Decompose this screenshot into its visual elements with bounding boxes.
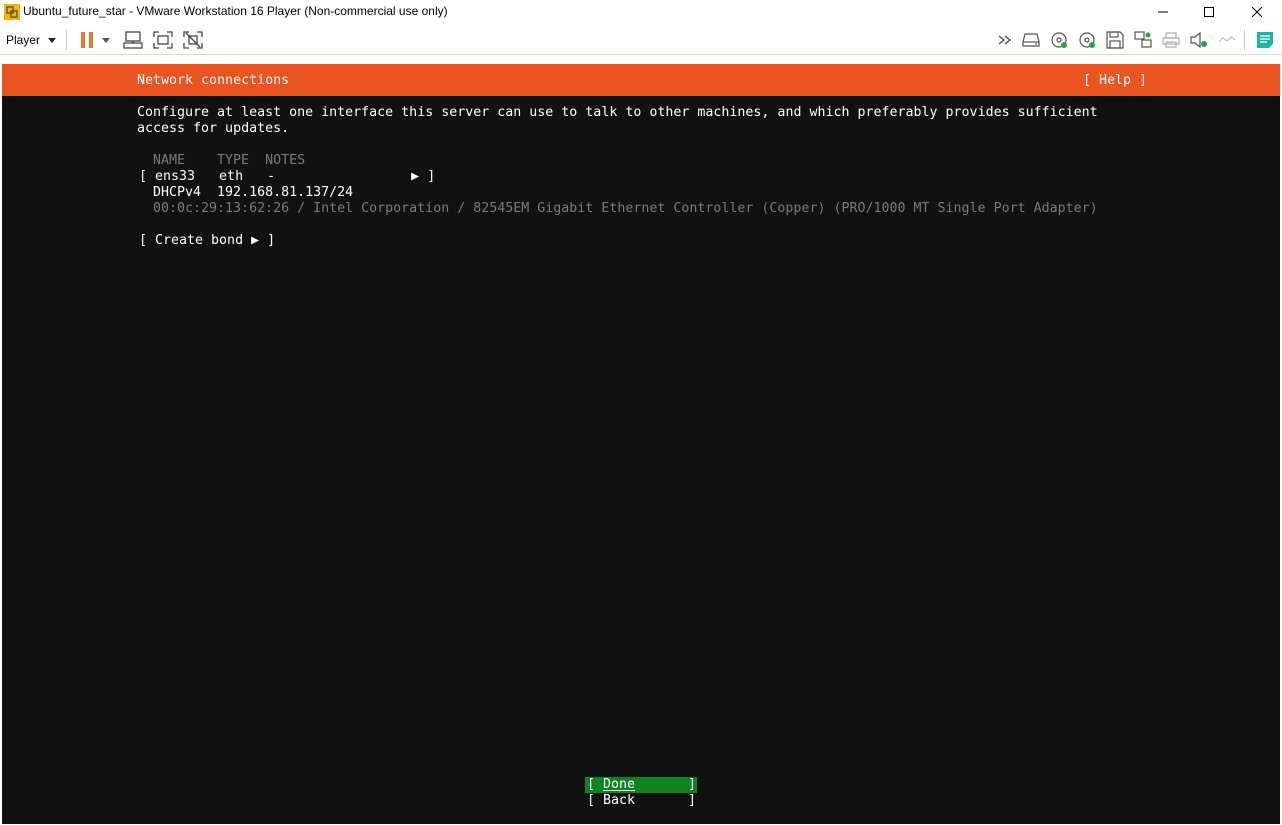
message-log-button[interactable] [1254,29,1276,51]
intro-text-line-2: access for updates. [137,121,290,136]
pause-button[interactable] [76,29,98,51]
more-devices-button[interactable] [994,29,1016,51]
network-adapter-button[interactable] [1132,29,1154,51]
vm-console[interactable]: Network connections [ Help ] Configure a… [2,64,1280,824]
vm-display-frame: Network connections [ Help ] Configure a… [0,56,1282,825]
usb-icon [1218,36,1236,43]
pause-icon [81,32,93,48]
device-info-line: 00:0c:29:13:62:26 / Intel Corporation / … [153,201,1098,216]
cd-dvd-2-icon [1079,32,1095,48]
printer-icon [1162,32,1180,48]
page-title: Network connections [137,73,290,88]
close-icon [1252,7,1262,17]
sound-card-button[interactable] [1188,29,1210,51]
cd-dvd-2-button[interactable] [1076,29,1098,51]
installer-header: Network connections [ Help ] [2,64,1280,96]
toolbar-divider [66,30,67,50]
back-label: Back [603,793,636,808]
fullscreen-button[interactable] [152,29,174,51]
done-label: Done [603,777,636,792]
window-title: Ubuntu_future_star - VMware Workstation … [23,4,448,18]
player-menu-button[interactable]: Player [6,31,57,49]
network-adapter-icon [1134,31,1152,48]
window-titlebar: Ubuntu_future_star - VMware Workstation … [0,0,1282,24]
back-button[interactable]: [ Back ] [585,793,697,809]
send-ctrl-alt-del-button[interactable] [122,29,144,51]
interface-row-ens33[interactable]: [ ens33 eth - ▶ ] [139,169,435,185]
chevron-down-icon [48,37,57,43]
cd-dvd-button[interactable] [1048,29,1070,51]
usb-button[interactable] [1216,29,1238,51]
minimize-icon [1158,11,1168,13]
intro-text-line-1: Configure at least one interface this se… [137,105,1098,120]
back-bracket-close: ] [688,793,697,808]
done-bracket-close: ] [688,777,697,792]
interface-table-header: NAME TYPE NOTES [153,153,306,168]
hard-disk-icon [1022,33,1040,47]
create-bond-button[interactable]: [ Create bond ▶ ] [139,233,275,249]
floppy-button[interactable] [1104,29,1126,51]
vmware-app-icon [4,4,20,20]
maximize-icon [1204,7,1214,17]
toolbar-divider [1244,30,1245,50]
printer-button[interactable] [1160,29,1182,51]
cd-dvd-icon [1051,32,1067,48]
message-log-icon [1257,32,1273,48]
player-menu-label: Player [6,33,41,47]
maximize-button[interactable] [1186,0,1232,24]
power-options-dropdown[interactable] [98,29,114,51]
player-toolbar: Player [0,24,1282,55]
dhcp-address-line: DHCPv4 192.168.81.137/24 [153,185,354,200]
minimize-button[interactable] [1140,0,1186,24]
floppy-icon [1106,31,1124,49]
close-button[interactable] [1234,0,1280,24]
unity-button[interactable] [182,29,204,51]
unity-icon [183,31,203,49]
back-bracket-open: [ [587,793,596,808]
more-icon [998,35,1012,45]
fullscreen-icon [153,31,173,49]
sound-card-icon [1190,32,1207,48]
done-button[interactable]: [ Done ] [585,777,697,793]
done-bracket-open: [ [587,777,596,792]
hard-disk-button[interactable] [1020,29,1042,51]
send-ctrl-alt-del-icon [123,31,143,49]
dropdown-icon [102,37,110,43]
help-button[interactable]: [ Help ] [1083,73,1147,88]
